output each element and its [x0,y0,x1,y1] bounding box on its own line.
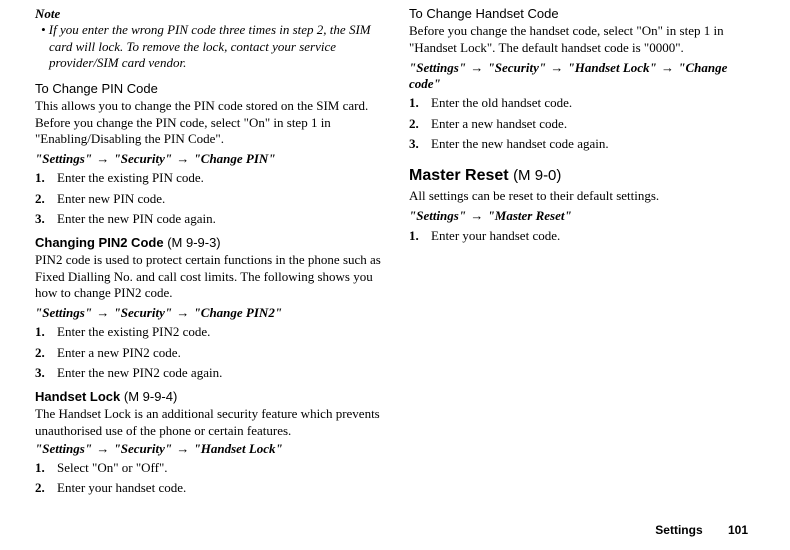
page: Note • If you enter the wrong PIN code t… [0,0,790,550]
arrow-icon: → [175,151,190,166]
path-part: "Settings" [35,441,92,456]
list-item: 2. Enter your handset code. [35,480,381,496]
step-number: 1. [35,170,45,186]
arrow-icon: → [469,208,484,223]
change-handset-heading: To Change Handset Code [409,6,755,22]
path-part: "Security" [488,60,547,75]
path-part: "Master Reset" [488,208,572,223]
step-number: 1. [35,460,45,476]
master-reset-path: "Settings" → "Master Reset" [409,208,755,224]
change-pin-steps: 1. Enter the existing PIN code. 2. Enter n… [35,170,381,227]
step-number: 3. [35,211,45,227]
step-text: Enter the existing PIN2 code. [57,324,210,339]
path-part: "Settings" [35,305,92,320]
path-part: "Change PIN" [194,151,276,166]
step-number: 2. [35,480,45,496]
heading-text: Handset Lock [35,389,120,404]
change-pin2-steps: 1. Enter the existing PIN2 code. 2. Enter … [35,324,381,381]
heading-text: Master Reset [409,167,509,184]
heading-text: Changing PIN2 Code [35,235,164,250]
master-reset-heading: Master Reset (M 9-0) [409,166,755,186]
list-item: 1. Enter your handset code. [409,228,755,244]
content-columns: Note • If you enter the wrong PIN code t… [35,6,755,506]
path-part: "Settings" [409,208,466,223]
path-part: "Handset Lock" [194,441,283,456]
list-item: 1. Enter the old handset code. [409,95,755,111]
path-part: "Security" [114,305,173,320]
step-text: Select "On" or "Off". [57,460,168,475]
list-item: 3. Enter the new PIN2 code again. [35,365,381,381]
arrow-icon: → [469,60,484,75]
step-text: Enter a new handset code. [431,116,567,131]
list-item: 2. Enter a new handset code. [409,116,755,132]
change-handset-body: Before you change the handset code, sele… [409,23,755,56]
step-text: Enter the existing PIN code. [57,170,204,185]
step-number: 3. [35,365,45,381]
path-part: "Security" [114,151,173,166]
master-reset-body: All settings can be reset to their defau… [409,188,755,204]
step-number: 3. [409,136,419,152]
arrow-icon: → [95,441,110,456]
handset-lock-block: Handset Lock (M 9-9-4) The Handset Lock … [35,389,381,439]
step-text: Enter the new PIN2 code again. [57,365,222,380]
footer-section: Settings [655,523,702,537]
step-text: Enter the new PIN code again. [57,211,216,226]
handset-lock-steps: 1. Select "On" or "Off". 2. Enter your han… [35,460,381,497]
arrow-icon: → [549,60,564,75]
change-handset-path: "Settings" → "Security" → "Handset Lock"… [409,60,755,93]
list-item: 1. Enter the existing PIN2 code. [35,324,381,340]
change-handset-steps: 1. Enter the old handset code. 2. Enter a … [409,95,755,152]
step-number: 1. [409,228,419,244]
change-pin-heading: To Change PIN Code [35,81,381,97]
change-pin-path: "Settings" → "Security" → "Change PIN" [35,151,381,167]
list-item: 1. Select "On" or "Off". [35,460,381,476]
menu-code: (M 9-9-3) [167,235,220,250]
page-number: 101 [728,523,748,537]
handset-lock-heading: Handset Lock (M 9-9-4) [35,389,381,405]
path-part: "Change PIN2" [194,305,282,320]
step-text: Enter the old handset code. [431,95,572,110]
handset-lock-path: "Settings" → "Security" → "Handset Lock" [35,441,381,457]
step-number: 2. [409,116,419,132]
path-part: "Settings" [35,151,92,166]
change-pin2-body: PIN2 code is used to protect certain fun… [35,252,381,301]
path-part: "Handset Lock" [568,60,657,75]
list-item: 1. Enter the existing PIN code. [35,170,381,186]
step-text: Enter your handset code. [431,228,560,243]
arrow-icon: → [175,441,190,456]
step-text: Enter a new PIN2 code. [57,345,181,360]
step-text: Enter new PIN code. [57,191,165,206]
master-reset-steps: 1. Enter your handset code. [409,228,755,244]
change-pin2-path: "Settings" → "Security" → "Change PIN2" [35,305,381,321]
step-number: 2. [35,345,45,361]
list-item: 3. Enter the new PIN code again. [35,211,381,227]
step-number: 1. [35,324,45,340]
step-number: 1. [409,95,419,111]
step-text: Enter your handset code. [57,480,186,495]
list-item: 2. Enter new PIN code. [35,191,381,207]
change-pin-body: This allows you to change the PIN code s… [35,98,381,147]
page-footer: Settings 101 [655,523,748,538]
list-item: 3. Enter the new handset code again. [409,136,755,152]
change-pin2-heading: Changing PIN2 Code (M 9-9-3) [35,235,381,251]
step-number: 2. [35,191,45,207]
menu-code: (M 9-0) [513,167,561,184]
handset-lock-body: The Handset Lock is an additional securi… [35,406,381,439]
step-text: Enter the new handset code again. [431,136,609,151]
note-body: • If you enter the wrong PIN code three … [35,22,381,71]
path-part: "Settings" [409,60,466,75]
note-heading: Note [35,6,381,22]
arrow-icon: → [660,60,675,75]
arrow-icon: → [95,305,110,320]
path-part: "Security" [114,441,173,456]
list-item: 2. Enter a new PIN2 code. [35,345,381,361]
arrow-icon: → [175,305,190,320]
arrow-icon: → [95,151,110,166]
menu-code: (M 9-9-4) [124,389,177,404]
